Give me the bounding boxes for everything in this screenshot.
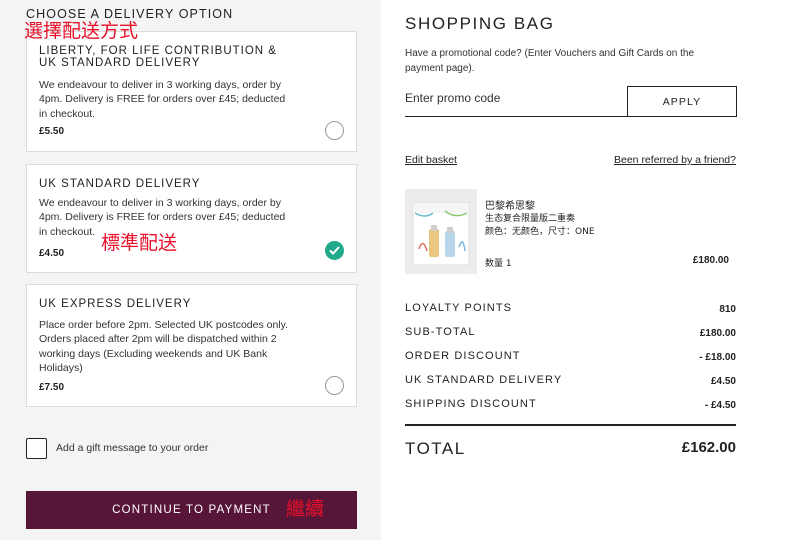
- summary-value-order-discount: - £18.00: [699, 352, 736, 363]
- option-title: LIBERTY, FOR LIFE CONTRIBUTION & UK STAN…: [39, 45, 277, 69]
- edit-basket-link[interactable]: Edit basket: [405, 154, 457, 166]
- summary-value-subtotal: £180.00: [699, 328, 736, 339]
- product-thumbnail-icon: [412, 202, 470, 266]
- radio-button-selected[interactable]: [325, 241, 344, 260]
- radio-button[interactable]: [325, 376, 344, 395]
- summary-label-order-discount: ORDER DISCOUNT: [405, 350, 521, 362]
- gift-message-checkbox[interactable]: [26, 438, 47, 459]
- apply-button[interactable]: APPLY: [627, 86, 737, 117]
- product-quantity: 数量 1: [485, 259, 512, 269]
- summary-label-shipping-discount: SHIPPING DISCOUNT: [405, 398, 537, 410]
- option-description: We endeavour to deliver in 3 working day…: [39, 79, 286, 120]
- delivery-option-liberty[interactable]: LIBERTY, FOR LIFE CONTRIBUTION & UK STAN…: [26, 31, 357, 152]
- total-value: £162.00: [681, 439, 736, 456]
- option-price: £7.50: [39, 382, 65, 393]
- radio-button[interactable]: [325, 121, 344, 140]
- apply-label: APPLY: [662, 95, 702, 108]
- shopping-bag-panel: SHOPPING BAG Have a promotional code? (E…: [381, 0, 800, 540]
- option-price: £5.50: [39, 126, 65, 137]
- gift-message-label: Add a gift message to your order: [56, 442, 209, 454]
- delivery-panel: CHOOSE A DELIVERY OPTION LIBERTY, FOR LI…: [0, 0, 381, 540]
- annotation-continue: 繼續: [286, 498, 325, 520]
- summary-label-loyalty-points: LOYALTY POINTS: [405, 302, 513, 314]
- option-title: UK STANDARD DELIVERY: [39, 178, 201, 190]
- summary-value-loyalty-points: 810: [719, 304, 736, 315]
- promo-code-input[interactable]: [405, 86, 627, 117]
- delivery-option-standard[interactable]: UK STANDARD DELIVERY We endeavour to del…: [26, 164, 357, 273]
- option-price: £4.50: [39, 248, 65, 259]
- product-subtitle: 生态复合限量版二重奏: [485, 214, 576, 224]
- annotation-standard-delivery: 標準配送: [101, 232, 178, 254]
- continue-label: CONTINUE TO PAYMENT: [112, 504, 271, 516]
- summary-label-delivery: UK STANDARD DELIVERY: [405, 374, 563, 386]
- summary-divider: [405, 424, 736, 426]
- referred-friend-link[interactable]: Been referred by a friend?: [614, 154, 736, 166]
- delivery-heading: CHOOSE A DELIVERY OPTION: [26, 7, 234, 21]
- product-price: £180.00: [692, 255, 729, 266]
- option-title: UK EXPRESS DELIVERY: [39, 298, 192, 310]
- promo-description: Have a promotional code? (Enter Vouchers…: [405, 48, 695, 74]
- total-label: TOTAL: [405, 439, 466, 458]
- bag-title: SHOPPING BAG: [405, 14, 555, 33]
- product-variant: 颜色：无颜色，尺寸：ONE: [485, 227, 595, 237]
- annotation-choose-method: 選擇配送方式: [24, 20, 139, 42]
- summary-value-delivery: £4.50: [710, 376, 736, 387]
- product-image[interactable]: [405, 189, 477, 274]
- summary-label-subtotal: SUB-TOTAL: [405, 326, 476, 338]
- delivery-option-express[interactable]: UK EXPRESS DELIVERY Place order before 2…: [26, 284, 357, 407]
- product-name[interactable]: 巴黎希思黎: [485, 197, 535, 212]
- summary-value-shipping-discount: - £4.50: [704, 400, 736, 411]
- checkmark-icon: [329, 246, 340, 255]
- option-description: Place order before 2pm. Selected UK post…: [39, 319, 289, 375]
